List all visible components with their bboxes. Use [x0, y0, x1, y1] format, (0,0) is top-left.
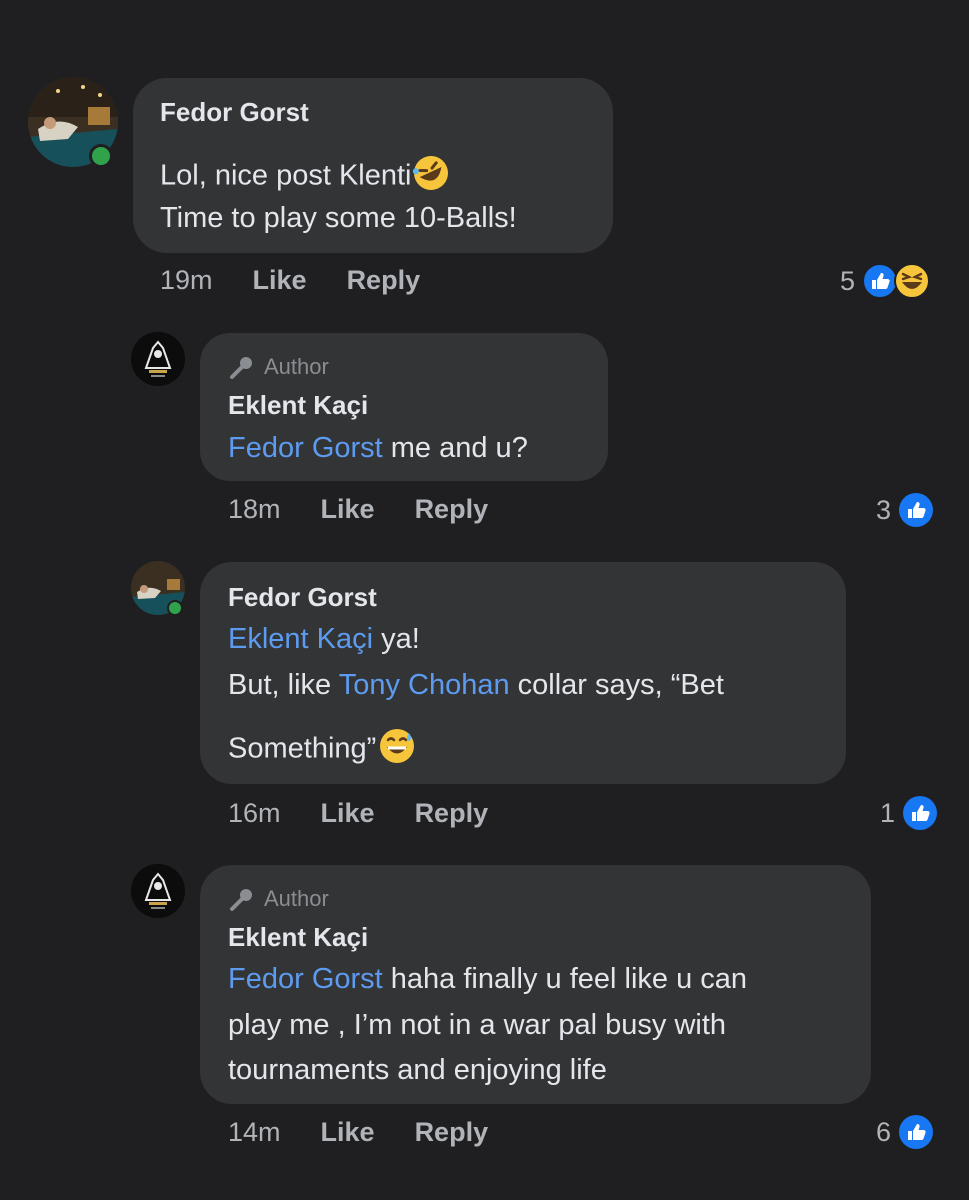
comment-text-line: tournaments and enjoying life: [228, 1054, 607, 1086]
comment-text-line: Lol, nice post Klenti: [160, 153, 451, 201]
avatar-eklent[interactable]: [131, 332, 185, 386]
mention-link[interactable]: Eklent Kaçi: [228, 623, 373, 655]
rofl-emoji-icon: [411, 153, 451, 201]
author-label: Author: [264, 886, 329, 911]
comment-meta: 19m Like Reply: [160, 265, 460, 296]
author-badge: Author: [228, 885, 329, 913]
reaction-summary[interactable]: 5: [840, 262, 931, 300]
comment-text-line: play me , I’m not in a war pal busy with: [228, 1009, 727, 1041]
mention-link[interactable]: Tony Chohan: [339, 669, 510, 701]
reaction-summary[interactable]: 6: [876, 1113, 935, 1151]
author-badge: Author: [228, 353, 329, 381]
microphone-icon: [230, 889, 252, 911]
like-button[interactable]: Like: [321, 494, 375, 525]
like-icon: [903, 796, 938, 830]
reaction-count: 5: [840, 265, 856, 296]
comment-meta: 18m Like Reply: [228, 494, 528, 525]
comment-timestamp[interactable]: 19m: [160, 265, 213, 296]
commenter-name[interactable]: Eklent Kaçi: [228, 922, 368, 953]
comment-text-line: Something”: [228, 727, 416, 773]
mention-link[interactable]: Fedor Gorst: [228, 432, 383, 464]
commenter-name[interactable]: Fedor Gorst: [228, 582, 377, 613]
comment-text-line: Fedor Gorst haha finally u feel like u c…: [228, 963, 747, 996]
comment-text: Lol, nice post Klenti: [160, 159, 412, 192]
comment-text: collar says, “Bet: [509, 669, 724, 701]
author-label: Author: [264, 354, 329, 379]
comment-text: But, like: [228, 669, 339, 701]
microphone-icon: [230, 357, 252, 379]
reaction-count: 3: [876, 494, 892, 525]
like-button[interactable]: Like: [321, 1117, 375, 1148]
grinning-sweat-emoji-icon: [378, 727, 416, 773]
reaction-summary[interactable]: 1: [880, 794, 939, 832]
online-status-dot: [89, 144, 113, 168]
reaction-count: 6: [876, 1116, 892, 1147]
commenter-name[interactable]: Eklent Kaçi: [228, 390, 368, 421]
comment-text-line: But, like Tony Chohan collar says, “Bet: [228, 669, 724, 702]
commenter-name[interactable]: Fedor Gorst: [160, 97, 309, 128]
like-button[interactable]: Like: [321, 798, 375, 829]
reaction-count: 1: [880, 797, 896, 828]
comment-text-line: Time to play some 10-Balls!: [160, 202, 517, 234]
mention-link[interactable]: Fedor Gorst: [228, 963, 383, 995]
comment-text-line: Eklent Kaçi ya!: [228, 623, 420, 656]
like-icon: [899, 493, 934, 527]
reply-button[interactable]: Reply: [415, 494, 489, 525]
comment-meta: 16m Like Reply: [228, 798, 528, 829]
reply-button[interactable]: Reply: [415, 1117, 489, 1148]
comment-text-line: Fedor Gorst me and u?: [228, 432, 528, 465]
comment-timestamp[interactable]: 16m: [228, 798, 281, 829]
like-button[interactable]: Like: [253, 265, 307, 296]
reply-button[interactable]: Reply: [415, 798, 489, 829]
like-icon: [899, 1115, 934, 1149]
comment-text: Something”: [228, 732, 377, 765]
avatar-eklent[interactable]: [131, 864, 185, 918]
online-status-dot: [167, 600, 183, 616]
reply-button[interactable]: Reply: [347, 265, 421, 296]
comment-timestamp[interactable]: 14m: [228, 1117, 281, 1148]
reaction-summary[interactable]: 3: [876, 491, 935, 529]
comment-text: me and u?: [382, 432, 528, 464]
haha-icon: [894, 263, 931, 299]
comment-timestamp[interactable]: 18m: [228, 494, 281, 525]
comment-text: haha finally u feel like u can: [382, 963, 748, 995]
comment-text: ya!: [373, 623, 420, 655]
comment-meta: 14m Like Reply: [228, 1117, 528, 1148]
